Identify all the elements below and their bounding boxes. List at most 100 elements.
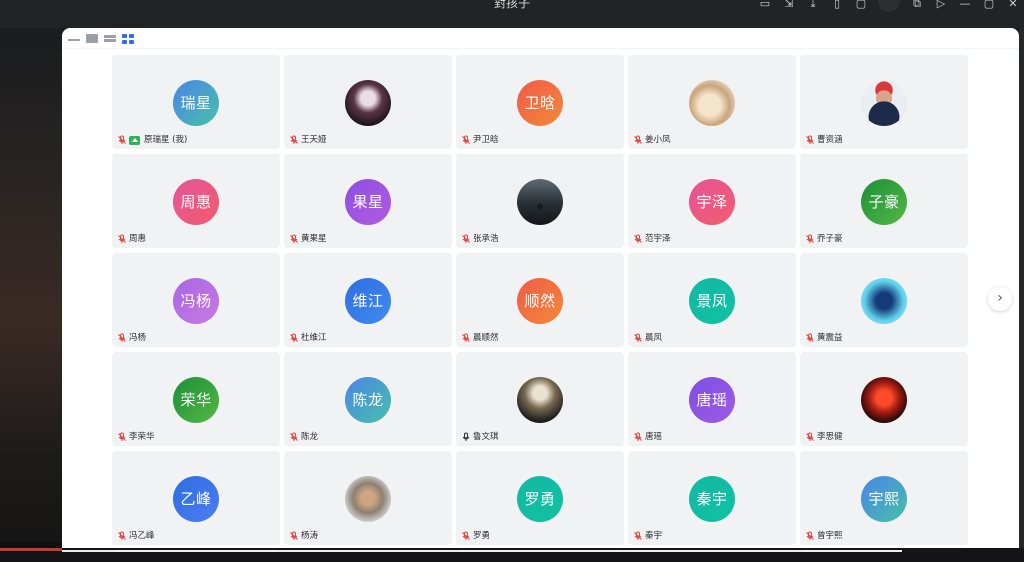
mic-muted-icon (462, 531, 470, 540)
avatar: 顺然 (517, 278, 563, 324)
participant-name-bar: 张承浩 (461, 233, 499, 245)
mic-muted-icon (290, 432, 298, 441)
participant-tile[interactable]: 周惠 周惠 (112, 154, 280, 248)
participant-name: 曾宇熙 (817, 531, 843, 541)
mic-muted-icon (462, 135, 470, 144)
participant-tile[interactable]: 秦宇 秦宇 (628, 451, 796, 545)
avatar: 唐瑶 (689, 377, 735, 423)
participant-name-bar: 陈龙 (289, 431, 318, 443)
avatar (861, 80, 907, 126)
participant-tile[interactable]: 张承浩 (456, 154, 624, 248)
participant-tile[interactable]: 曹资涵 (800, 55, 968, 149)
popout-icon[interactable]: ⧉ (910, 0, 924, 10)
mic-muted-icon (290, 135, 298, 144)
list-view-icon[interactable] (104, 35, 116, 42)
participant-tile[interactable]: 李思健 (800, 352, 968, 446)
participant-name-bar: 李荣华 (117, 431, 155, 443)
participant-tile[interactable]: 鲁文琪 (456, 352, 624, 446)
participant-tile[interactable]: 杨涛 (284, 451, 452, 545)
next-page-button[interactable]: › (988, 287, 1012, 311)
window-titlebar: 對孩子 ▭ ⇲ ⤓ ▯ ▢ ⧉ ▷ — ▢ ✕ (0, 0, 1024, 28)
participant-tile[interactable]: 冯杨 冯杨 (112, 253, 280, 347)
participant-tile[interactable]: 罗勇 罗勇 (456, 451, 624, 545)
clipboard-icon[interactable]: ▯ (830, 0, 844, 10)
speaker-view-icon[interactable] (86, 34, 98, 43)
participant-name: 乔子豪 (817, 234, 843, 244)
participant-tile[interactable]: 荣华 李荣华 (112, 352, 280, 446)
participant-tile[interactable]: 子豪 乔子豪 (800, 154, 968, 248)
screen-icon[interactable]: ▭ (758, 0, 772, 10)
mic-muted-icon (118, 135, 126, 144)
participant-name: 唐瑶 (645, 432, 663, 442)
participant-name-bar: 尹卫晗 (461, 134, 499, 146)
participant-tile[interactable]: 维江 杜维江 (284, 253, 452, 347)
participant-tile[interactable]: 顺然晨顺然 (456, 253, 624, 347)
participant-name-bar: 唐瑶 (633, 431, 662, 443)
participant-name-bar: 周惠 (117, 233, 146, 245)
participant-name-bar: 冯杨 (117, 332, 146, 344)
participant-name: 尹卫晗 (473, 135, 499, 145)
avatar: 陈龙 (345, 377, 391, 423)
participant-name: 张承浩 (473, 234, 499, 244)
participant-name: 晨顺然 (473, 333, 499, 343)
maximize-icon[interactable]: ▢ (982, 0, 996, 10)
participant-grid: 瑞星 原瑞星 (我) 王天娅 卫晗 尹卫晗 姜小凤 曹资涵 周惠 周惠 果星 黄果星 张承浩 宇泽 范宇泽… (112, 55, 968, 545)
mic-muted-icon (634, 432, 642, 441)
avatar: 瑞星 (173, 80, 219, 126)
participant-tile[interactable]: 瑞星原瑞星 (我) (112, 55, 280, 149)
avatar[interactable] (878, 0, 900, 12)
participant-name: 杜维江 (301, 333, 327, 343)
window-toolbar: ▭ ⇲ ⤓ ▯ ▢ ⧉ ▷ — ▢ ✕ (758, 0, 1020, 14)
participant-tile[interactable]: 宇熙 曾宇熙 (800, 451, 968, 545)
participant-name: 冯乙峰 (129, 531, 155, 541)
participant-name-bar: 范宇泽 (633, 233, 671, 245)
participant-name-bar: 杨涛 (289, 530, 318, 542)
participant-name: 周惠 (129, 234, 147, 244)
mic-muted-icon (634, 135, 642, 144)
close-icon[interactable]: ✕ (1006, 0, 1020, 10)
grid-view-icon[interactable] (122, 34, 134, 44)
mic-muted-icon (290, 234, 298, 243)
participant-name: 陈龙 (301, 432, 319, 442)
participant-name: 秦宇 (645, 531, 663, 541)
minimize-icon[interactable]: — (958, 0, 972, 10)
participant-tile[interactable]: 姜小凤 (628, 55, 796, 149)
avatar: 宇泽 (689, 179, 735, 225)
window-icon[interactable]: ▢ (854, 0, 868, 10)
participant-name-bar: 罗勇 (461, 530, 490, 542)
participant-name-bar: 黄震益 (805, 332, 843, 344)
avatar: 卫晗 (517, 80, 563, 126)
download-icon[interactable]: ⤓ (806, 0, 820, 10)
mic-muted-icon (806, 333, 814, 342)
mic-muted-icon (290, 531, 298, 540)
participant-name: 李荣华 (129, 432, 155, 442)
participant-tile[interactable]: 景凤 晨凤 (628, 253, 796, 347)
participant-tile[interactable]: 唐瑶 唐瑶 (628, 352, 796, 446)
view-mode-bar (68, 34, 134, 44)
avatar (517, 377, 563, 423)
participant-tile[interactable]: 黄震益 (800, 253, 968, 347)
screen-share-icon (129, 135, 140, 145)
mic-muted-icon (634, 531, 642, 540)
mic-muted-icon (290, 333, 298, 342)
avatar: 秦宇 (689, 476, 735, 522)
avatar (861, 377, 907, 423)
avatar (345, 80, 391, 126)
participant-tile[interactable]: 果星 黄果星 (284, 154, 452, 248)
participant-tile[interactable]: 卫晗尹卫晗 (456, 55, 624, 149)
participant-name-bar: 原瑞星 (我) (117, 134, 187, 146)
participant-name: 鲁文琪 (473, 432, 499, 442)
participant-tile[interactable]: 宇泽范宇泽 (628, 154, 796, 248)
play-icon[interactable]: ▷ (934, 0, 948, 10)
avatar (345, 476, 391, 522)
participant-tile[interactable]: 乙峰 冯乙峰 (112, 451, 280, 545)
participant-tile[interactable]: 王天娅 (284, 55, 452, 149)
avatar (689, 80, 735, 126)
participant-name-bar: 晨顺然 (461, 332, 499, 344)
mic-muted-icon (806, 432, 814, 441)
minimize-view-icon[interactable] (68, 34, 80, 41)
resize-icon[interactable]: ⇲ (782, 0, 796, 10)
participant-name-bar: 杜维江 (289, 332, 327, 344)
participant-tile[interactable]: 陈龙 陈龙 (284, 352, 452, 446)
participant-name: 曹资涵 (817, 135, 843, 145)
